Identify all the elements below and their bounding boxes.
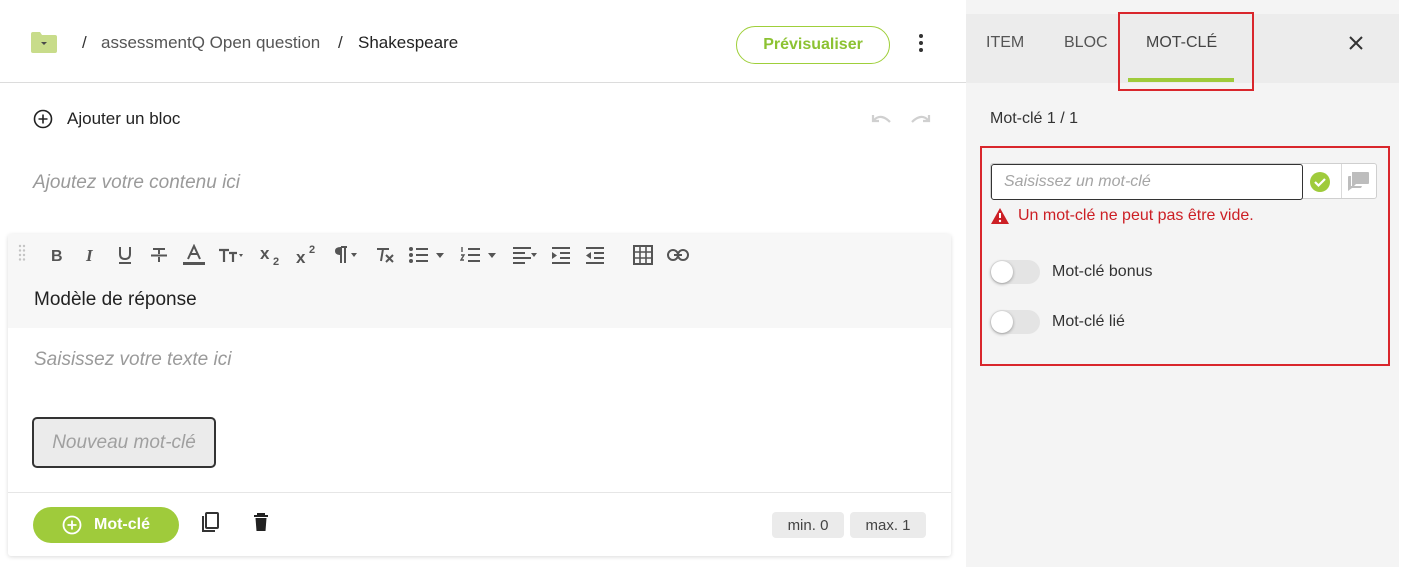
breadcrumb-separator: / — [82, 33, 87, 52]
close-icon[interactable] — [1347, 34, 1365, 52]
add-block-label: Ajouter un bloc — [67, 109, 181, 128]
tab-item[interactable]: ITEM — [986, 34, 1024, 52]
add-circle-icon — [33, 109, 53, 129]
redo-icon[interactable] — [908, 110, 932, 130]
response-model-block: B I x2 x2 Modèle de réponse Saisissez vo… — [8, 234, 951, 556]
block-title: Modèle de réponse — [34, 289, 197, 310]
folder-icon[interactable] — [30, 31, 58, 54]
linked-keyword-toggle[interactable] — [990, 310, 1040, 334]
bold-icon[interactable]: B — [46, 240, 68, 270]
svg-text:B: B — [51, 248, 63, 263]
add-circle-icon — [62, 515, 82, 535]
block-footer: Mot-clé min. 0 max. 1 — [8, 492, 951, 556]
breadcrumb-current: Shakespeare — [358, 33, 459, 52]
add-keyword-label: Mot-clé — [94, 516, 150, 533]
italic-icon[interactable]: I — [80, 240, 102, 270]
font-size-icon[interactable] — [218, 240, 248, 270]
bonus-keyword-label: Mot-clé bonus — [1052, 263, 1153, 280]
numbered-list-icon[interactable] — [460, 240, 500, 270]
block-text-placeholder[interactable]: Saisissez votre texte ici — [34, 349, 231, 371]
svg-text:x: x — [260, 244, 270, 263]
editor-header: / assessmentQ Open question / Shakespear… — [0, 0, 966, 83]
bulleted-list-icon[interactable] — [408, 240, 448, 270]
align-icon[interactable] — [512, 240, 538, 270]
input-divider — [1341, 164, 1342, 198]
trash-icon[interactable] — [252, 512, 270, 532]
link-icon[interactable] — [666, 240, 690, 270]
keyword-count: Mot-clé 1 / 1 — [990, 110, 1079, 127]
subscript-icon[interactable]: x2 — [260, 240, 284, 270]
underline-icon[interactable] — [114, 240, 136, 270]
linked-keyword-label: Mot-clé lié — [1052, 313, 1125, 330]
tab-highlight-box — [1118, 12, 1254, 91]
outdent-icon[interactable] — [584, 240, 606, 270]
breadcrumb-parent[interactable]: assessmentQ Open question — [101, 33, 320, 53]
svg-text:2: 2 — [273, 256, 279, 266]
indent-icon[interactable] — [550, 240, 572, 270]
svg-text:2: 2 — [309, 244, 315, 256]
history-controls — [870, 110, 932, 130]
check-circle-icon[interactable] — [1309, 171, 1331, 193]
svg-text:I: I — [85, 247, 94, 263]
undo-icon[interactable] — [870, 110, 894, 130]
add-block-button[interactable]: Ajouter un bloc — [33, 109, 180, 129]
preview-button[interactable]: Prévisualiser — [736, 26, 890, 64]
table-icon[interactable] — [632, 240, 654, 270]
paragraph-icon[interactable] — [332, 240, 362, 270]
bonus-keyword-toggle-row: Mot-clé bonus — [990, 260, 1153, 284]
warning-icon — [991, 208, 1009, 224]
new-keyword-chip[interactable]: Nouveau mot-clé — [32, 417, 216, 468]
keyword-input[interactable] — [991, 164, 1303, 200]
linked-keyword-toggle-row: Mot-clé lié — [990, 310, 1125, 334]
min-keyword-badge: min. 0 — [772, 512, 844, 538]
strikethrough-icon[interactable] — [148, 240, 170, 270]
keyword-error-text: Un mot-clé ne peut pas être vide. — [1018, 207, 1254, 224]
breadcrumb-separator: / — [338, 33, 343, 52]
bonus-keyword-toggle[interactable] — [990, 260, 1040, 284]
copy-icon[interactable] — [200, 512, 220, 534]
drag-handle-icon[interactable] — [18, 244, 26, 262]
svg-text:x: x — [296, 248, 306, 266]
keyword-error: Un mot-clé ne peut pas être vide. — [990, 207, 1254, 225]
font-color-icon[interactable] — [182, 240, 206, 270]
add-keyword-button[interactable]: Mot-clé — [33, 507, 179, 543]
more-options-icon[interactable] — [910, 31, 932, 55]
max-keyword-badge: max. 1 — [850, 512, 926, 538]
content-placeholder[interactable]: Ajoutez votre contenu ici — [33, 172, 240, 194]
clear-format-icon[interactable] — [374, 240, 396, 270]
tab-bloc[interactable]: BLOC — [1064, 34, 1108, 52]
keyword-input-group — [990, 163, 1377, 200]
formatting-toolbar: B I x2 x2 — [46, 238, 702, 272]
comment-icon[interactable] — [1347, 171, 1371, 193]
properties-panel: ITEM BLOC MOT-CLÉ Mot-clé 1 / 1 Un mot-c… — [966, 0, 1399, 567]
superscript-icon[interactable]: x2 — [296, 240, 320, 270]
